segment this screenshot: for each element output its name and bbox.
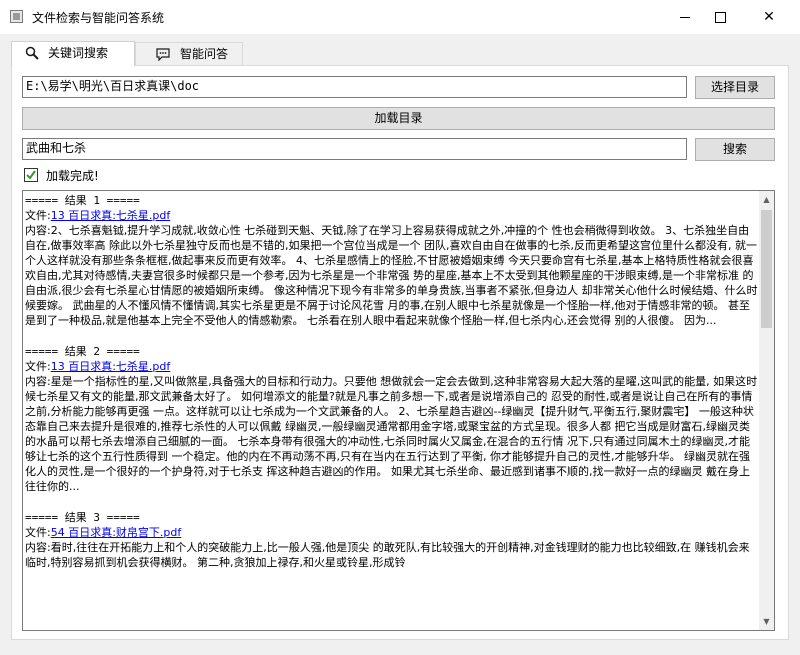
file-link[interactable]: 13 百日求真:七杀星.pdf bbox=[51, 209, 171, 222]
result-header: ===== 结果 2 ===== bbox=[25, 345, 140, 358]
scrollbar-thumb[interactable] bbox=[761, 210, 772, 328]
scroll-up-arrow-icon[interactable]: ▲ bbox=[759, 191, 774, 208]
window-title: 文件检索与智能问答系统 bbox=[32, 11, 165, 25]
file-link[interactable]: 54 百日求真:财帛宫下.pdf bbox=[51, 526, 182, 539]
minimize-icon bbox=[680, 16, 690, 18]
status-text: 加载完成! bbox=[46, 169, 99, 183]
app-icon bbox=[10, 10, 23, 23]
results-content: ===== 结果 1 ===== 文件:13 百日求真:七杀星.pdf 内容:2… bbox=[25, 191, 758, 628]
file-link[interactable]: 13 百日求真:七杀星.pdf bbox=[51, 360, 171, 373]
checkmark-icon bbox=[26, 170, 36, 180]
result-item: ===== 结果 3 ===== 文件:54 百日求真:财帛宫下.pdf 内容:… bbox=[25, 510, 758, 570]
tab-label: 智能问答 bbox=[180, 47, 229, 61]
status-checkbox[interactable] bbox=[24, 168, 38, 182]
result-header: ===== 结果 3 ===== bbox=[25, 511, 140, 524]
close-button[interactable]: ✕ bbox=[746, 0, 792, 34]
tab-keyword-search[interactable]: 关键词搜索 bbox=[11, 41, 135, 66]
result-item: ===== 结果 1 ===== 文件:13 百日求真:七杀星.pdf 内容:2… bbox=[25, 193, 758, 328]
result-file: 文件:13 百日求真:七杀星.pdf bbox=[25, 208, 758, 223]
result-file: 文件:54 百日求真:财帛宫下.pdf bbox=[25, 525, 758, 540]
vertical-scrollbar[interactable]: ▲ ▼ bbox=[759, 191, 774, 630]
close-icon: ✕ bbox=[763, 9, 775, 25]
file-prefix: 文件: bbox=[25, 360, 51, 373]
tab-label: 关键词搜索 bbox=[48, 46, 109, 60]
scroll-down-arrow-icon[interactable]: ▼ bbox=[759, 613, 774, 630]
choose-directory-button[interactable]: 选择目录 bbox=[695, 76, 775, 99]
maximize-icon bbox=[714, 11, 726, 23]
result-content: 内容:2、七杀喜魁钺,提升学习成就,收敛心性 七杀碰到天魁、天钺,除了在学习上容… bbox=[25, 224, 758, 327]
title-bar: 文件检索与智能问答系统 ✕ bbox=[0, 0, 800, 34]
result-file: 文件:13 百日求真:七杀星.pdf bbox=[25, 359, 758, 374]
file-prefix: 文件: bbox=[25, 526, 51, 539]
file-prefix: 文件: bbox=[25, 209, 51, 222]
result-item: ===== 结果 2 ===== 文件:13 百日求真:七杀星.pdf 内容:星… bbox=[25, 344, 758, 494]
directory-path-input[interactable]: E:\易学\明光\百日求真课\doc bbox=[22, 76, 687, 98]
result-content: 内容:星是一个指标性的星,又叫做煞星,具备强大的目标和行动力。只要他 想做就会一… bbox=[25, 375, 758, 493]
results-text-area[interactable]: ===== 结果 1 ===== 文件:13 百日求真:七杀星.pdf 内容:2… bbox=[22, 190, 775, 631]
search-input[interactable]: 武曲和七杀 bbox=[22, 138, 687, 160]
search-icon bbox=[25, 46, 39, 60]
tab-smart-qa[interactable]: 智能问答 bbox=[135, 42, 243, 65]
load-directory-button[interactable]: 加载目录 bbox=[22, 107, 775, 130]
search-button[interactable]: 搜索 bbox=[695, 138, 775, 161]
chat-icon bbox=[156, 48, 170, 61]
result-content: 内容:看时,往往在开拓能力上和个人的突破能力上,比一般人强,他是顶尖 的敢死队,… bbox=[25, 541, 750, 569]
maximize-button[interactable] bbox=[697, 0, 743, 34]
result-header: ===== 结果 1 ===== bbox=[25, 194, 140, 207]
